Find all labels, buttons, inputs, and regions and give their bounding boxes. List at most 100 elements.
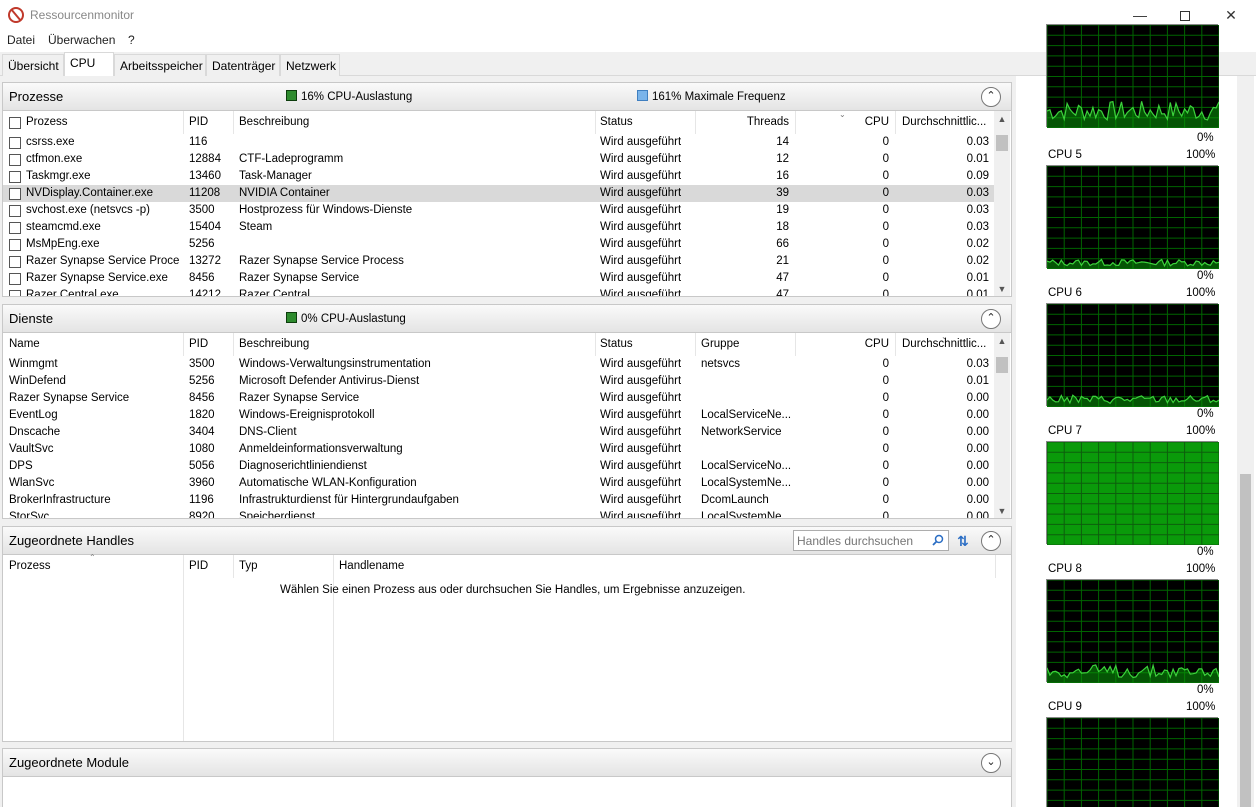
col-name[interactable]: Name [9,338,40,350]
col-typ[interactable]: Typ [239,560,258,572]
process-row[interactable]: steamcmd.exe 15404 Steam Wird ausgeführt 18 0… [3,219,995,236]
tab-uebersicht[interactable]: Übersicht [2,54,64,76]
handles-header[interactable]: Zugeordnete Handles ⇅ ⌃ [3,527,1011,555]
service-name: Dnscache [9,426,61,438]
tab-arbeitsspeicher[interactable]: Arbeitsspeicher [114,54,206,76]
col-cpu[interactable]: CPU [803,116,889,128]
col-beschreibung[interactable]: Beschreibung [239,116,309,128]
col-durchschnitt[interactable]: Durchschnittlic... [902,338,986,350]
scroll-down-icon[interactable]: ▼ [994,503,1010,518]
menu-datei[interactable]: Datei [7,33,35,47]
process-checkbox[interactable] [9,154,21,166]
handles-search-input[interactable] [794,531,924,550]
frequency-legend-icon [637,90,648,101]
process-row[interactable]: csrss.exe 116 Wird ausgeführt 14 0 0.03 [3,134,995,151]
process-row[interactable]: Razer Synapse Service.exe 8456 Razer Synap… [3,270,995,287]
column-divider[interactable] [695,333,696,356]
process-checkbox[interactable] [9,205,21,217]
graphs-scrollbar[interactable] [1237,76,1254,807]
column-divider[interactable] [695,111,696,134]
processes-header[interactable]: Prozesse 16% CPU-Auslastung 161% Maximal… [3,83,1011,111]
col-handlename[interactable]: Handlename [339,560,404,572]
modules-header[interactable]: Zugeordnete Module ⌄ [3,749,1011,777]
column-divider[interactable] [995,555,996,578]
column-divider[interactable] [895,333,896,356]
process-row[interactable]: Razer Central.exe 14212 Razer Central Wird … [3,287,995,296]
column-divider[interactable] [233,333,234,356]
select-all-checkbox[interactable] [9,117,21,129]
process-description: NVIDIA Container [239,187,330,199]
col-status[interactable]: Status [600,116,633,128]
column-divider[interactable] [233,555,234,578]
col-pid[interactable]: PID [189,560,208,572]
service-row[interactable]: WlanSvc 3960 Automatische WLAN-Konfigurati… [3,475,995,492]
service-row[interactable]: StorSvc 8920 Speicherdienst Wird ausgeführt… [3,509,995,518]
col-cpu[interactable]: CPU [803,338,889,350]
column-divider[interactable] [595,333,596,356]
process-row[interactable]: ctfmon.exe 12884 CTF-Ladeprogramm Wird ausg… [3,151,995,168]
process-checkbox[interactable] [9,137,21,149]
column-divider[interactable] [895,111,896,134]
tab-netzwerk[interactable]: Netzwerk [280,54,340,76]
process-checkbox[interactable] [9,290,21,296]
service-row[interactable]: WinDefend 5256 Microsoft Defender Antiviru… [3,373,995,390]
process-row[interactable]: NVDisplay.Container.exe 11208 NVIDIA Conta… [3,185,995,202]
expand-down-icon[interactable]: ⌄ [981,753,1001,773]
process-checkbox[interactable] [9,222,21,234]
service-row[interactable]: EventLog 1820 Windows-Ereignisprotokoll Wir… [3,407,995,424]
processes-scrollbar[interactable]: ▲ ▼ [994,111,1010,296]
menu-ueberwachen[interactable]: Überwachen [48,33,115,47]
process-row[interactable]: Taskmgr.exe 13460 Task-Manager Wird ausgefü… [3,168,995,185]
column-divider[interactable] [333,555,334,578]
column-divider[interactable] [183,555,184,578]
scroll-up-icon[interactable]: ▲ [994,111,1010,127]
process-row[interactable]: MsMpEng.exe 5256 Wird ausgeführt 66 0 0.02 [3,236,995,253]
column-divider[interactable] [795,111,796,134]
collapse-up-icon[interactable]: ⌃ [981,309,1001,329]
scroll-up-icon[interactable]: ▲ [994,333,1010,349]
process-row[interactable]: svchost.exe (netsvcs -p) 3500 Hostprozess … [3,202,995,219]
col-pid[interactable]: PID [189,338,208,350]
services-scrollbar[interactable]: ▲ ▼ [994,333,1010,518]
column-divider[interactable] [183,333,184,356]
menu-help[interactable]: ? [128,33,135,47]
scroll-thumb[interactable] [996,357,1008,373]
process-checkbox[interactable] [9,171,21,183]
process-row[interactable]: Razer Synapse Service Proce... 13272 Razer… [3,253,995,270]
collapse-up-icon[interactable]: ⌃ [981,531,1001,551]
scroll-down-icon[interactable]: ▼ [994,281,1010,296]
process-checkbox[interactable] [9,273,21,285]
service-row[interactable]: BrokerInfrastructure 1196 Infrastrukturdie… [3,492,995,509]
process-checkbox[interactable] [9,256,21,268]
col-threads[interactable]: Threads [703,116,789,128]
scroll-thumb[interactable] [996,135,1008,151]
col-prozess[interactable]: Prozess [9,560,51,572]
search-icon[interactable] [932,534,944,546]
col-prozess[interactable]: Prozess [26,116,68,128]
service-description: DNS-Client [239,426,297,438]
col-status[interactable]: Status [600,338,633,350]
service-row[interactable]: DPS 5056 Diagnoserichtliniendienst Wird aus… [3,458,995,475]
service-row[interactable]: Winmgmt 3500 Windows-Verwaltungsinstrument… [3,356,995,373]
service-row[interactable]: VaultSvc 1080 Anmeldeinformationsverwaltun… [3,441,995,458]
services-header[interactable]: Dienste 0% CPU-Auslastung ⌃ [3,305,1011,333]
column-divider[interactable] [795,333,796,356]
services-panel: Dienste 0% CPU-Auslastung ⌃ Name PID Bes… [2,304,1012,519]
scroll-thumb[interactable] [1240,474,1251,807]
process-checkbox[interactable] [9,188,21,200]
service-row[interactable]: Razer Synapse Service 8456 Razer Synapse S… [3,390,995,407]
column-divider[interactable] [233,111,234,134]
col-pid[interactable]: PID [189,116,208,128]
tab-cpu[interactable]: CPU [64,52,114,77]
refresh-icon[interactable]: ⇅ [953,531,973,551]
col-gruppe[interactable]: Gruppe [701,338,739,350]
process-checkbox[interactable] [9,239,21,251]
tab-datentraeger[interactable]: Datenträger [206,54,280,76]
service-row[interactable]: Dnscache 3404 DNS-Client Wird ausgeführt Net… [3,424,995,441]
col-durchschnitt[interactable]: Durchschnittlic... [902,116,986,128]
collapse-up-icon[interactable]: ⌃ [981,87,1001,107]
col-beschreibung[interactable]: Beschreibung [239,338,309,350]
handles-search-field[interactable] [793,530,949,551]
column-divider[interactable] [595,111,596,134]
column-divider[interactable] [183,111,184,134]
